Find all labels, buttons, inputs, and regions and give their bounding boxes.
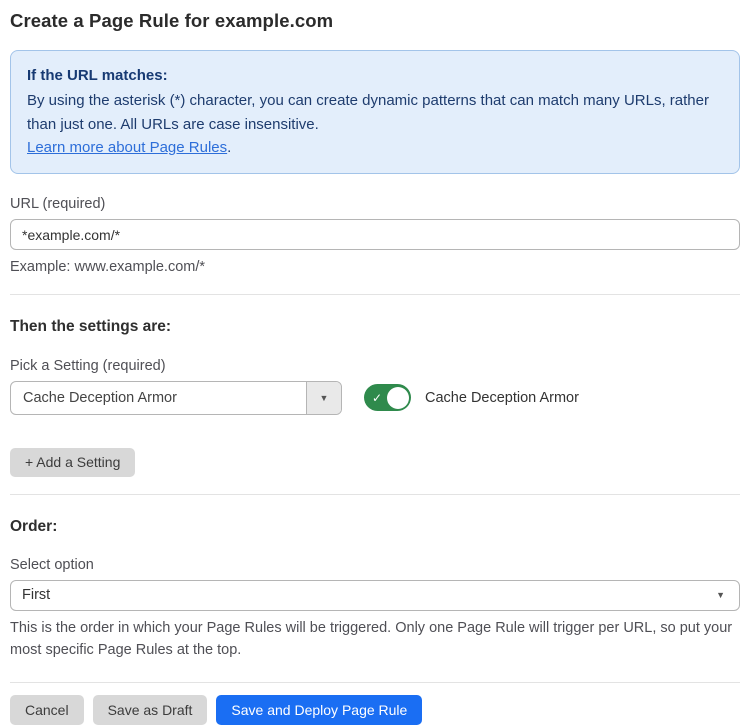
page-title: Create a Page Rule for example.com: [10, 10, 740, 32]
order-select[interactable]: First ▼: [10, 580, 740, 611]
link-period: .: [227, 139, 231, 156]
save-and-deploy-button[interactable]: Save and Deploy Page Rule: [216, 695, 422, 725]
save-as-draft-button[interactable]: Save as Draft: [93, 695, 208, 725]
info-box-body: By using the asterisk (*) character, you…: [27, 89, 723, 136]
footer-actions: Cancel Save as Draft Save and Deploy Pag…: [10, 695, 740, 725]
setting-select-caret-button[interactable]: ▼: [306, 382, 341, 414]
settings-section-heading: Then the settings are:: [10, 318, 740, 336]
setting-row: Cache Deception Armor ▼ ✓ Cache Deceptio…: [10, 381, 740, 415]
chevron-down-icon: ▼: [320, 393, 329, 403]
order-helper-text: This is the order in which your Page Rul…: [10, 618, 740, 662]
url-field-label: URL (required): [10, 196, 740, 212]
divider: [10, 494, 740, 495]
url-field-helper: Example: www.example.com/*: [10, 257, 740, 279]
add-setting-button[interactable]: + Add a Setting: [10, 448, 135, 477]
setting-select-value: Cache Deception Armor: [11, 382, 306, 414]
chevron-down-icon: ▼: [716, 590, 725, 600]
toggle-knob: [387, 387, 409, 409]
check-icon: ✓: [372, 392, 382, 404]
create-page-rule-form: Create a Page Rule for example.com If th…: [0, 0, 750, 725]
order-select-label: Select option: [10, 557, 740, 573]
pick-setting-label: Pick a Setting (required): [10, 358, 740, 374]
cache-deception-armor-toggle[interactable]: ✓: [364, 384, 411, 411]
url-match-info-box: If the URL matches: By using the asteris…: [10, 50, 740, 174]
divider: [10, 682, 740, 683]
setting-select[interactable]: Cache Deception Armor ▼: [10, 381, 342, 415]
cancel-button[interactable]: Cancel: [10, 695, 84, 725]
divider: [10, 294, 740, 295]
url-input[interactable]: [10, 219, 740, 250]
info-box-heading: If the URL matches:: [27, 64, 723, 87]
setting-toggle-group: ✓ Cache Deception Armor: [364, 384, 579, 411]
toggle-label: Cache Deception Armor: [425, 390, 579, 406]
order-section-heading: Order:: [10, 518, 740, 536]
info-box-link-line: Learn more about Page Rules.: [27, 136, 723, 159]
learn-more-link[interactable]: Learn more about Page Rules: [27, 139, 227, 156]
order-select-value: First: [22, 587, 50, 603]
